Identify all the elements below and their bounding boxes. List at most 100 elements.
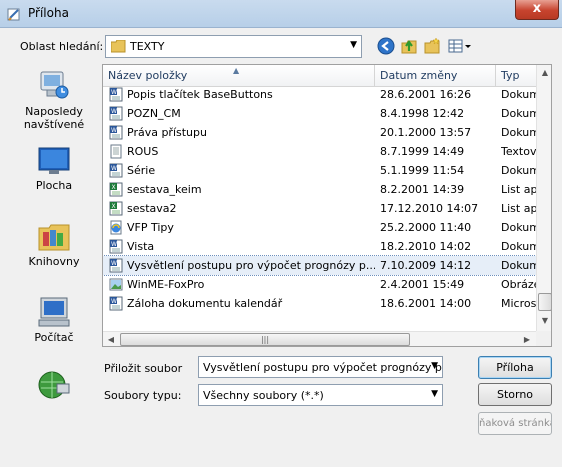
file-type-label: Soubory typu: [104, 389, 182, 402]
svg-text:X: X [112, 184, 116, 191]
file-type: Dokum [501, 259, 537, 272]
look-in-label: Oblast hledání: [20, 40, 104, 53]
html-document-icon [109, 220, 123, 235]
file-date: 7.10.2009 14:12 [380, 259, 472, 272]
file-name-label: Přiložit soubor [104, 362, 183, 375]
network-icon [38, 371, 70, 399]
scroll-left-icon[interactable]: ◀ [103, 332, 119, 346]
look-in-dropdown[interactable]: TEXTY ▼ [105, 35, 362, 58]
column-name[interactable]: ▲ Název položky [103, 65, 375, 87]
svg-text:W: W [111, 165, 117, 172]
place-network[interactable] [8, 370, 100, 403]
file-row[interactable]: W Vysvětlení postupu pro výpočet prognózy… [103, 255, 537, 276]
file-name: ROUS [127, 145, 159, 158]
file-date: 17.12.2010 14:07 [380, 202, 479, 215]
file-row[interactable]: ROUS 8.7.1999 14:49 Textov [103, 142, 537, 161]
scroll-right-icon[interactable]: ▶ [519, 332, 535, 346]
file-name: Záloha dokumentu kalendář [127, 297, 283, 310]
file-type: Dokum [501, 221, 537, 234]
svg-text:W: W [111, 298, 117, 305]
file-type-select[interactable]: Všechny soubory (*.*) ▼ [198, 384, 443, 406]
file-row[interactable]: W POZN_CM 8.4.1998 12:42 Dokum [103, 104, 537, 123]
word-document-icon: W [109, 106, 123, 121]
file-row[interactable]: W Vista 18.2.2010 14:02 Dokum [103, 237, 537, 256]
file-date: 18.6.2001 14:00 [380, 297, 472, 310]
chevron-down-icon: ▼ [431, 389, 438, 399]
excel-sheet-icon: X [109, 182, 123, 197]
excel-sheet-icon: X [109, 201, 123, 216]
window-title: Příloha [28, 6, 69, 20]
place-label: Naposledy navštívené [23, 105, 85, 131]
svg-text:W: W [111, 241, 117, 248]
file-type: Dokum [501, 240, 537, 253]
file-name: POZN_CM [127, 107, 181, 120]
file-type: Dokum [501, 164, 537, 177]
column-date[interactable]: Datum změny [375, 65, 496, 87]
desktop-icon [38, 147, 70, 174]
view-menu-icon[interactable] [447, 37, 473, 55]
cancel-button[interactable]: Storno [478, 383, 552, 406]
file-name-input[interactable]: Vysvětlení postupu pro výpočet prognózy … [198, 356, 443, 378]
word-document-icon: W [109, 258, 123, 273]
column-name-label: Název položky [108, 69, 188, 82]
attachment-app-icon [7, 8, 20, 21]
word-document-icon: W [109, 125, 123, 140]
hscroll-thumb[interactable]: ||| [120, 333, 410, 346]
look-in-value: TEXTY [130, 40, 165, 53]
file-row[interactable]: VFP Tipy 25.2.2000 11:40 Dokum [103, 218, 537, 237]
file-row[interactable]: W Práva přístupu 20.1.2000 13:57 Dokum [103, 123, 537, 142]
word-document-icon: W [109, 87, 123, 102]
place-libraries[interactable]: Knihovny [8, 222, 100, 268]
place-label: Knihovny [28, 255, 80, 268]
file-name: sestava2 [127, 202, 177, 215]
svg-text:X: X [112, 203, 116, 210]
word-document-icon: W [109, 239, 123, 254]
file-type: Textov [501, 145, 537, 158]
attach-button[interactable]: Příloha [478, 356, 552, 379]
file-date: 8.7.1999 14:49 [380, 145, 465, 158]
title-bar: Příloha x [0, 0, 562, 28]
horizontal-scrollbar[interactable]: ◀ ||| ▶ [103, 331, 536, 346]
column-date-label: Datum změny [380, 69, 458, 82]
svg-text:W: W [111, 127, 117, 134]
scroll-up-icon[interactable]: ▲ [537, 65, 551, 81]
scroll-thumb[interactable] [538, 293, 551, 311]
file-row[interactable]: W Záloha dokumentu kalendář 18.6.2001 14:0… [103, 294, 536, 313]
file-list[interactable]: ▲ Název položky Datum změny Typ W Popis t… [102, 64, 552, 347]
close-button[interactable]: x [515, 0, 559, 20]
image-file-icon [109, 277, 123, 292]
file-row[interactable]: Xsestava_keim 8.2.2001 14:39 List ap [103, 180, 537, 199]
computer-icon [38, 297, 70, 327]
file-date: 20.1.2000 13:57 [380, 126, 472, 139]
place-recent[interactable]: Naposledy navštívené [8, 68, 100, 131]
file-date: 2.4.2001 15:49 [380, 278, 465, 291]
place-label: Plocha [35, 179, 73, 192]
svg-text:W: W [111, 89, 117, 96]
column-type[interactable]: Typ [496, 65, 536, 87]
sort-ascending-icon: ▲ [233, 66, 240, 75]
file-name: VFP Tipy [127, 221, 174, 234]
chevron-down-icon[interactable]: ▼ [431, 361, 438, 371]
column-header: ▲ Název položky Datum změny Typ [103, 65, 536, 87]
file-name: Práva přístupu [127, 126, 207, 139]
new-folder-icon[interactable] [423, 37, 441, 55]
file-type: Dokum [501, 107, 537, 120]
file-date: 8.2.2001 14:39 [380, 183, 465, 196]
scroll-down-icon[interactable]: ▼ [537, 313, 551, 329]
file-date: 25.2.2000 11:40 [380, 221, 472, 234]
place-desktop[interactable]: Plocha [8, 146, 100, 192]
file-row[interactable]: W Série 5.1.1999 11:54 Dokum [103, 161, 537, 180]
file-row[interactable]: W Popis tlačítek BaseButtons 28.6.2001 16:… [103, 85, 537, 104]
file-name: Popis tlačítek BaseButtons [127, 88, 273, 101]
file-row[interactable]: Xsestava2 17.12.2010 14:07 List ap [103, 199, 537, 218]
up-folder-icon[interactable] [400, 37, 418, 55]
file-row[interactable]: WinME-FoxPro 2.4.2001 15:49 Obráze [103, 275, 537, 294]
back-icon[interactable] [377, 37, 395, 55]
libraries-icon [38, 224, 70, 251]
place-computer[interactable]: Počítač [8, 296, 100, 344]
vertical-scrollbar[interactable]: ▲ ▼ [536, 65, 551, 331]
place-label: Počítač [34, 331, 74, 344]
file-name: WinME-FoxPro [127, 278, 205, 291]
web-page-button[interactable]: ňaková stránka [478, 412, 552, 435]
svg-text:W: W [111, 260, 117, 267]
